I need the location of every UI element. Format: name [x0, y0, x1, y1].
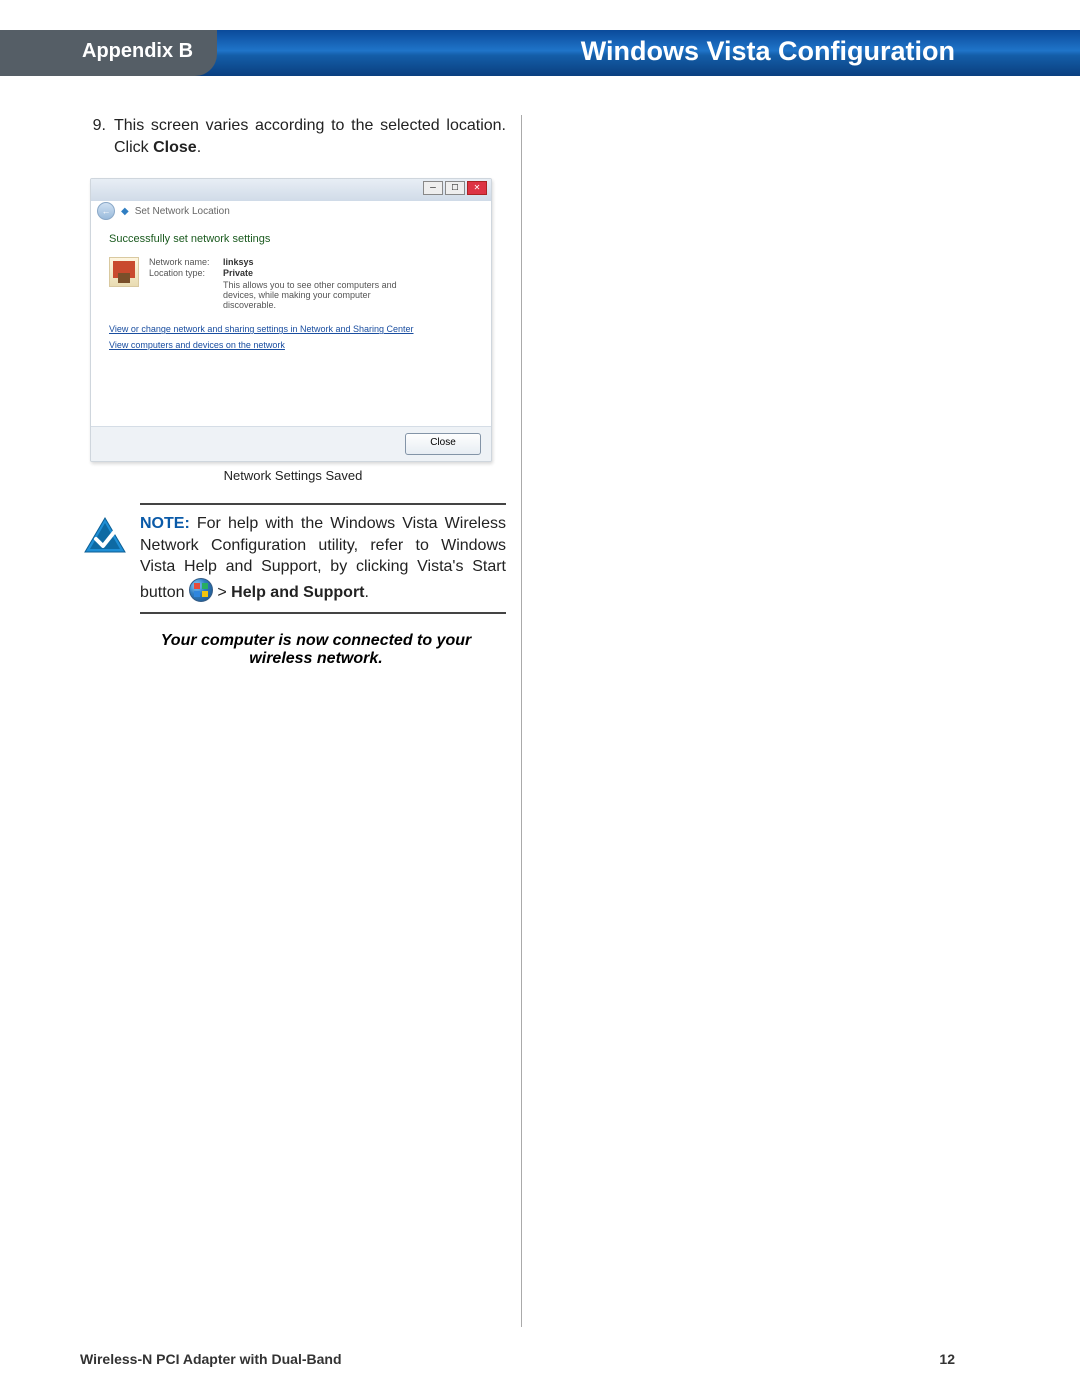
page-header: Appendix B Windows Vista Configuration [0, 30, 1080, 76]
view-devices-link[interactable]: View computers and devices on the networ… [109, 340, 473, 350]
step-text-bold: Close [153, 139, 197, 156]
back-button[interactable]: ← [97, 202, 115, 220]
appendix-label: Appendix B [0, 30, 217, 76]
checkmark-icon [84, 517, 126, 553]
connected-message: Your computer is now connected to your w… [126, 632, 506, 668]
product-name: Wireless-N PCI Adapter with Dual-Band [80, 1351, 342, 1367]
note-label: NOTE: [140, 515, 190, 532]
connected-line2: wireless network. [126, 650, 506, 668]
left-column: 9. This screen varies according to the s… [80, 115, 522, 1327]
page-title: Windows Vista Configuration [195, 30, 1080, 76]
minimize-button[interactable]: ─ [423, 181, 443, 195]
step-number: 9. [80, 115, 114, 158]
connected-line1: Your computer is now connected to your [126, 632, 506, 650]
window-toolbar: ← ◆ Set Network Location [91, 201, 491, 222]
note-help-bold: Help and Support [231, 584, 364, 601]
network-name-value: linksys [223, 257, 423, 267]
location-type-value: Private [223, 268, 423, 278]
note-period: . [365, 584, 369, 601]
house-icon [109, 257, 139, 287]
step-text: This screen varies according to the sele… [114, 115, 506, 158]
close-window-button[interactable]: ✕ [467, 181, 487, 195]
page-footer: Wireless-N PCI Adapter with Dual-Band 12 [80, 1351, 955, 1367]
screenshot-caption: Network Settings Saved [80, 468, 506, 483]
note-text: NOTE: For help with the Windows Vista Wi… [140, 513, 506, 603]
windows-start-orb-icon [189, 578, 213, 602]
step-text-post: . [197, 139, 201, 156]
window-title-text: Set Network Location [135, 206, 230, 217]
close-button[interactable]: Close [405, 433, 481, 455]
location-type-description: This allows you to see other computers a… [223, 280, 423, 310]
note-block: NOTE: For help with the Windows Vista Wi… [140, 503, 506, 613]
window-footer: Close [91, 426, 491, 461]
network-name-label: Network name: [149, 257, 223, 267]
note-gt: > [213, 584, 231, 601]
page-number: 12 [939, 1351, 955, 1367]
maximize-button[interactable]: ☐ [445, 181, 465, 195]
set-network-location-screenshot: ─ ☐ ✕ ← ◆ Set Network Location Successfu… [90, 178, 492, 462]
success-heading: Successfully set network settings [109, 233, 473, 245]
window-body: Successfully set network settings Networ… [91, 221, 491, 427]
location-type-label: Location type: [149, 268, 223, 310]
sharing-center-link[interactable]: View or change network and sharing setti… [109, 324, 473, 334]
instruction-step: 9. This screen varies according to the s… [80, 115, 506, 158]
window-titlebar: ─ ☐ ✕ [91, 179, 491, 202]
